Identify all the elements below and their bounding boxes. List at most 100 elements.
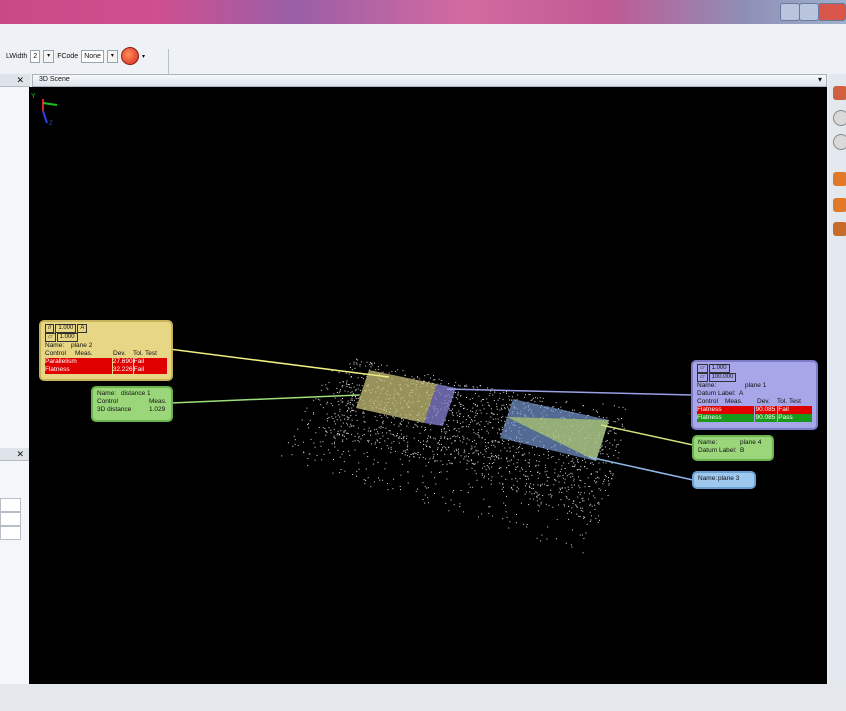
plane2-label[interactable]: //1.000 A ▱ 1.000 Name: plane 2 Control Mea…: [39, 320, 173, 381]
cloud-point: [313, 412, 315, 414]
cloud-point: [361, 377, 363, 378]
cloud-point: [408, 422, 409, 424]
cloud-point: [455, 448, 457, 450]
close-icon[interactable]: ✕: [16, 448, 24, 460]
cloud-point: [347, 400, 349, 402]
cloud-point: [397, 369, 399, 371]
cloud-point: [342, 422, 344, 424]
cloud-point: [605, 490, 607, 491]
cloud-point: [393, 424, 395, 426]
cloud-point: [352, 392, 354, 394]
cloud-point: [571, 487, 573, 489]
cloud-point: [401, 420, 403, 422]
cloud-point: [607, 456, 609, 458]
cloud-point: [475, 433, 477, 435]
cloud-point: [353, 361, 355, 363]
left-panel-button[interactable]: [0, 512, 21, 526]
cloud-point: [468, 439, 470, 441]
cloud-point: [428, 502, 430, 504]
cloud-point: [447, 425, 449, 427]
measure-icon[interactable]: [833, 86, 846, 100]
plane1-label[interactable]: ▱ 1.000 ▱ 100.000 Name: plane 1 Datum Label…: [691, 360, 818, 430]
cloud-point: [606, 440, 608, 441]
cube-icon[interactable]: [833, 172, 846, 186]
tool-dropdown-icon[interactable]: ▾: [142, 53, 145, 60]
cloud-point: [504, 420, 506, 422]
cloud-point: [562, 477, 564, 479]
scene-tab[interactable]: 3D Scene ▾: [32, 74, 827, 87]
lwidth-value[interactable]: 2: [30, 49, 41, 63]
cloud-point: [357, 388, 359, 390]
cloud-point: [427, 374, 429, 375]
cloud-point: [429, 458, 431, 460]
tool-wrench-icon[interactable]: [120, 47, 139, 65]
cloud-point: [328, 427, 330, 429]
cloud-point: [554, 468, 556, 470]
cloud-point: [322, 427, 324, 429]
cloud-point: [362, 378, 364, 380]
cloud-point: [501, 408, 503, 410]
cloud-point: [580, 491, 582, 493]
cloud-point: [608, 430, 610, 432]
cloud-point: [486, 448, 487, 449]
cloud-point: [502, 416, 504, 418]
3d-scene-viewport[interactable]: Y Z //1.000 A ▱ 1.000 Name: plane 2 Control…: [29, 87, 827, 684]
cloud-point: [534, 401, 536, 403]
cloud-point: [581, 498, 583, 500]
fcode-value[interactable]: None: [81, 49, 104, 63]
cloud-point: [387, 489, 389, 491]
distance1-label[interactable]: Name: distance 1 Control Meas. 3D distance…: [91, 386, 173, 422]
cloud-point: [466, 468, 468, 470]
zoom-icon[interactable]: [833, 110, 846, 126]
grid-icon[interactable]: [833, 222, 846, 236]
cloud-point: [409, 456, 411, 458]
lwidth-dropdown[interactable]: ▾: [43, 49, 55, 63]
cloud-point: [370, 430, 372, 432]
cloud-point: [401, 463, 403, 465]
cloud-point: [331, 443, 333, 445]
cloud-point: [445, 433, 447, 435]
cloud-point: [467, 492, 469, 493]
cloud-point: [578, 485, 580, 487]
cloud-point: [466, 408, 468, 410]
plane3-label[interactable]: Name: plane 3: [692, 471, 756, 489]
plane4-label[interactable]: Name: plane 4 Datum Label: B: [692, 435, 774, 461]
fcode-dropdown[interactable]: ▾: [106, 49, 118, 63]
cloud-point: [509, 460, 511, 462]
rotate-icon[interactable]: [833, 134, 846, 150]
cloud-point: [528, 394, 530, 395]
scene-menu-icon[interactable]: ▾: [818, 75, 822, 84]
cloud-point: [403, 436, 405, 438]
cloud-point: [407, 441, 409, 443]
cloud-point: [517, 466, 519, 468]
cloud-point: [328, 382, 330, 384]
cloud-point: [480, 421, 482, 423]
cloud-point: [375, 441, 376, 443]
cloud-point: [341, 401, 343, 403]
cloud-point: [459, 506, 461, 508]
left-panel-button[interactable]: [0, 498, 21, 512]
cloud-point: [358, 435, 360, 437]
cloud-point: [494, 392, 496, 394]
maximize-button[interactable]: [799, 3, 819, 21]
cloud-point: [548, 494, 550, 496]
cloud-point: [454, 427, 456, 429]
cloud-point: [382, 435, 384, 437]
close-icon[interactable]: ✕: [16, 74, 24, 86]
close-window-button[interactable]: [818, 3, 846, 21]
cloud-point: [367, 440, 369, 442]
cloud-point: [529, 487, 531, 488]
left-panel-button[interactable]: [0, 526, 21, 540]
cloud-point: [467, 415, 469, 417]
minimize-button[interactable]: [780, 3, 800, 21]
cloud-point: [381, 417, 383, 419]
cloud-point: [392, 434, 394, 435]
shield-icon[interactable]: [833, 198, 846, 212]
cloud-point: [484, 442, 486, 443]
cloud-point: [490, 416, 492, 418]
cloud-point: [407, 444, 409, 446]
cloud-point: [413, 437, 415, 439]
cloud-point: [346, 383, 348, 385]
cloud-point: [401, 453, 403, 454]
cloud-point: [364, 483, 366, 485]
